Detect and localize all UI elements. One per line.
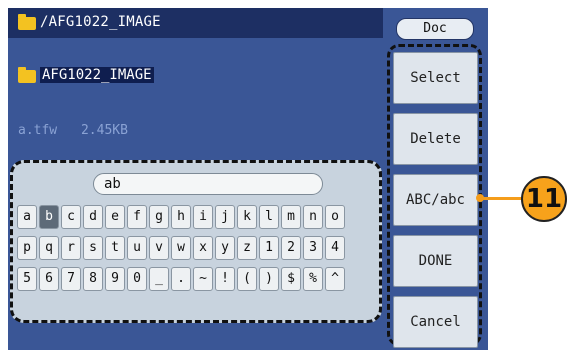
key[interactable]: a bbox=[17, 205, 37, 229]
key[interactable]: f bbox=[127, 205, 147, 229]
key[interactable]: h bbox=[171, 205, 191, 229]
key[interactable]: z bbox=[237, 236, 257, 260]
key[interactable]: 1 bbox=[259, 236, 279, 260]
key[interactable]: ~ bbox=[193, 267, 213, 291]
keyboard-row: abcdefghijklmno bbox=[17, 205, 345, 229]
key[interactable]: r bbox=[61, 236, 81, 260]
key[interactable]: 6 bbox=[39, 267, 59, 291]
key[interactable]: i bbox=[193, 205, 213, 229]
key[interactable]: c bbox=[61, 205, 81, 229]
current-path: /AFG1022_IMAGE bbox=[40, 14, 161, 30]
key[interactable]: d bbox=[83, 205, 103, 229]
callout-badge: 11 bbox=[521, 176, 567, 222]
key[interactable]: ) bbox=[259, 267, 279, 291]
key[interactable]: y bbox=[215, 236, 235, 260]
key[interactable]: j bbox=[215, 205, 235, 229]
key[interactable]: ( bbox=[237, 267, 257, 291]
folder-name: AFG1022_IMAGE bbox=[40, 67, 154, 83]
doc-tab[interactable]: Doc bbox=[396, 18, 474, 40]
key[interactable]: x bbox=[193, 236, 213, 260]
case-toggle-softkey[interactable]: ABC/abc bbox=[393, 174, 478, 226]
key[interactable]: ^ bbox=[325, 267, 345, 291]
key[interactable]: m bbox=[281, 205, 301, 229]
key[interactable]: g bbox=[149, 205, 169, 229]
key[interactable]: t bbox=[105, 236, 125, 260]
key[interactable]: 7 bbox=[61, 267, 81, 291]
key[interactable]: . bbox=[171, 267, 191, 291]
key[interactable]: _ bbox=[149, 267, 169, 291]
key[interactable]: ! bbox=[215, 267, 235, 291]
key[interactable]: s bbox=[83, 236, 103, 260]
key[interactable]: k bbox=[237, 205, 257, 229]
filename-input[interactable]: ab bbox=[93, 173, 323, 195]
key[interactable]: u bbox=[127, 236, 147, 260]
select-softkey[interactable]: Select bbox=[393, 52, 478, 104]
delete-softkey[interactable]: Delete bbox=[393, 113, 478, 165]
keyboard-row: 5 6 7 8 9 0 _. ~!() $% ^ bbox=[17, 267, 345, 291]
key[interactable]: w bbox=[171, 236, 191, 260]
callout-dot bbox=[476, 194, 484, 202]
cancel-softkey[interactable]: Cancel bbox=[393, 296, 478, 348]
key[interactable]: 4 bbox=[325, 236, 345, 260]
keyboard-row: pqrstuvwxyz1234 bbox=[17, 236, 345, 260]
key[interactable]: 8 bbox=[83, 267, 103, 291]
file-item[interactable]: a.tfw 2.45KB bbox=[18, 123, 144, 138]
done-softkey[interactable]: DONE bbox=[393, 235, 478, 287]
key[interactable]: 2 bbox=[281, 236, 301, 260]
file-size: 2.45KB bbox=[80, 123, 128, 138]
key[interactable]: 5 bbox=[17, 267, 37, 291]
onscreen-keyboard: ab abcdefghijklmno pqrstuvwxyz1234 56789… bbox=[10, 160, 382, 323]
key[interactable]: v bbox=[149, 236, 169, 260]
key[interactable]: 0 bbox=[127, 267, 147, 291]
key[interactable]: l bbox=[259, 205, 279, 229]
path-bar: /AFG1022_IMAGE bbox=[8, 8, 383, 38]
key[interactable]: 9 bbox=[105, 267, 125, 291]
key[interactable]: p bbox=[17, 236, 37, 260]
key[interactable]: b bbox=[39, 205, 59, 229]
key[interactable]: 3 bbox=[303, 236, 323, 260]
folder-icon bbox=[18, 14, 36, 30]
key[interactable]: n bbox=[303, 205, 323, 229]
folder-icon bbox=[18, 67, 36, 83]
file-name: a.tfw bbox=[18, 123, 58, 138]
key[interactable]: e bbox=[105, 205, 125, 229]
key[interactable]: q bbox=[39, 236, 59, 260]
key[interactable]: % bbox=[303, 267, 323, 291]
key[interactable]: $ bbox=[281, 267, 301, 291]
key[interactable]: o bbox=[325, 205, 345, 229]
